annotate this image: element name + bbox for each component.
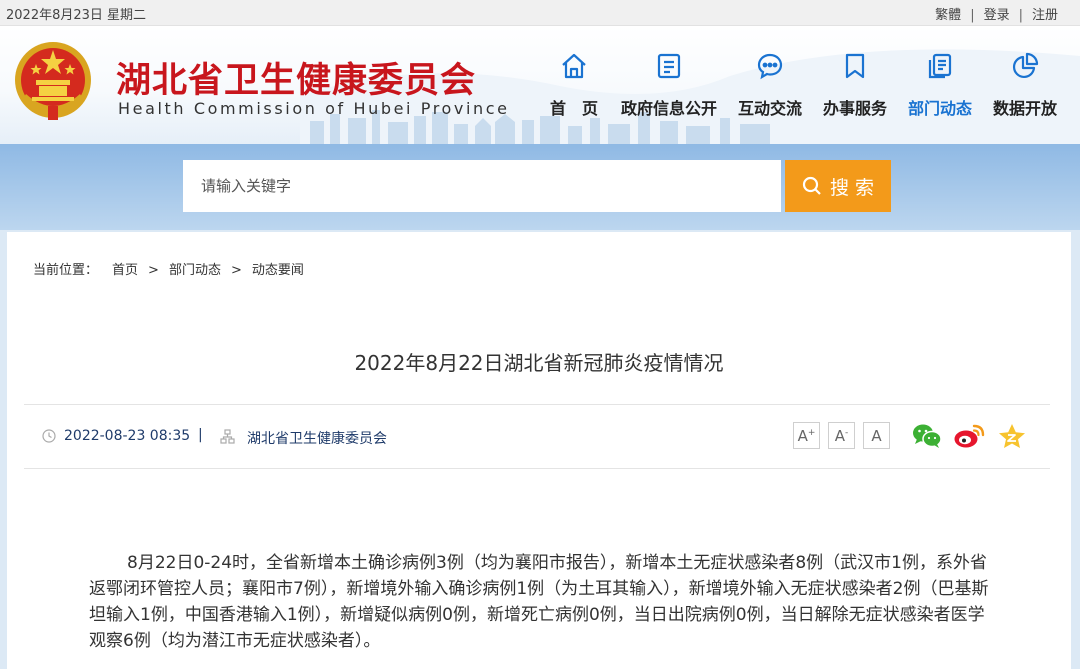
link-separator: | [970, 8, 975, 23]
qzone-icon[interactable] [998, 423, 1026, 449]
breadcrumb-department-news[interactable]: 部门动态 [169, 263, 221, 278]
document-icon [657, 53, 681, 79]
nav-item-open-data[interactable]: 数据开放 [975, 52, 1075, 119]
nav-item-home[interactable]: 首 页 [524, 52, 624, 119]
search-button[interactable]: 搜 索 [785, 160, 891, 212]
copy-pages-icon [928, 53, 952, 79]
font-size-increase-button[interactable]: A+ [793, 422, 820, 449]
nav-item-government-info[interactable]: 政府信息公开 [619, 52, 719, 119]
breadcrumb-separator: > [148, 263, 159, 278]
site-header: 湖北省卫生健康委员会 Health Commission of Hubei Pr… [0, 26, 1080, 144]
login-link[interactable]: 登录 [984, 8, 1010, 23]
home-icon [562, 53, 586, 79]
nav-label-home: 首 页 [549, 99, 598, 118]
register-link[interactable]: 注册 [1032, 8, 1058, 23]
breadcrumb-label: 当前位置： [33, 263, 99, 278]
traditional-chinese-link[interactable]: 繁體 [935, 8, 961, 23]
account-links: 繁體 | 登录 | 注册 [935, 4, 1058, 23]
breadcrumb-home[interactable]: 首页 [112, 263, 138, 278]
search-input[interactable] [183, 160, 781, 212]
breadcrumb-separator: > [230, 263, 242, 278]
article-body: 8月22日0-24时，全省新增本土确诊病例3例（均为襄阳市报告），新增本土无症状… [89, 553, 989, 651]
breadcrumb: 当前位置： 首页 > 部门动态 > 动态要闻 [33, 259, 304, 278]
bookmark-icon [845, 53, 865, 79]
site-title: 湖北省卫生健康委员会 [116, 61, 477, 101]
font-button-letter: A [834, 427, 845, 445]
wechat-icon[interactable] [912, 423, 942, 449]
article-meta-bar: 2022-08-23 08:35 | 湖北省卫生健康委员会 A+ A- A [24, 404, 1050, 469]
publish-date: 2022-08-23 08:35 [64, 428, 191, 444]
article-panel: 当前位置： 首页 > 部门动态 > 动态要闻 2022年8月22日湖北省新冠肺炎疫情情况 … [7, 232, 1071, 669]
article-source: 湖北省卫生健康委员会 [247, 431, 387, 447]
search-icon [802, 176, 821, 195]
top-bar: 2022年8月23日 星期二 繁體 | 登录 | 注册 [0, 0, 1080, 26]
clock-icon [42, 429, 56, 443]
chat-bubble-icon [757, 53, 783, 80]
current-date: 2022年8月23日 星期二 [6, 8, 147, 23]
site-subtitle: Health Commission of Hubei Province [118, 99, 510, 118]
breadcrumb-news-highlights[interactable]: 动态要闻 [252, 263, 304, 278]
link-separator: | [1018, 8, 1023, 23]
weibo-icon[interactable] [953, 423, 985, 449]
font-button-letter: A [797, 427, 808, 445]
organization-icon [220, 429, 235, 444]
font-size-reset-button[interactable]: A [863, 422, 890, 449]
nav-label-open-data: 数据开放 [992, 99, 1057, 118]
nav-label-government-info: 政府信息公开 [620, 99, 717, 118]
font-button-letter: A [871, 427, 882, 445]
font-size-decrease-button[interactable]: A- [828, 422, 855, 449]
search-button-label: 搜 索 [829, 176, 875, 199]
meta-separator: | [198, 427, 203, 443]
search-band: 搜 索 [0, 144, 1080, 230]
pie-chart-icon [1012, 52, 1039, 79]
article-title: 2022年8月22日湖北省新冠肺炎疫情情况 [354, 351, 724, 375]
national-emblem-logo [15, 42, 91, 120]
